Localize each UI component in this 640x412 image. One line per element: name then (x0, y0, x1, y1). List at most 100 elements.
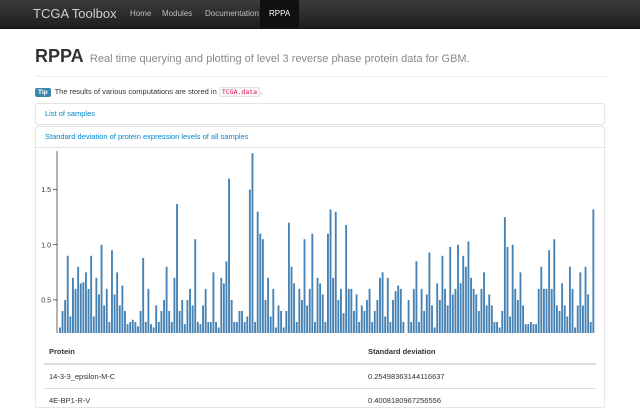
bar (220, 277, 223, 333)
nav-item-home[interactable]: Home (130, 0, 151, 28)
bar (280, 310, 283, 333)
bar (425, 294, 428, 333)
bar (160, 310, 163, 333)
bar (189, 288, 191, 333)
bar (581, 305, 584, 333)
bar (503, 217, 506, 333)
tip-badge: Tip (35, 88, 51, 97)
bar (165, 266, 168, 333)
bar (254, 321, 257, 333)
bar (290, 266, 293, 333)
tip-text: The results of various computations are … (54, 87, 217, 96)
bar (139, 310, 142, 333)
stddev-table: Protein Standard deviation 14-3-3_epsilo… (44, 340, 596, 412)
bar (519, 272, 522, 333)
bar (392, 299, 394, 333)
bar (522, 305, 525, 333)
bar (95, 277, 98, 333)
bar (173, 277, 176, 333)
bar (194, 239, 197, 333)
bar (199, 324, 202, 333)
bar (121, 285, 124, 333)
bar (321, 294, 324, 333)
bar (418, 321, 420, 333)
table-header-row: Protein Standard deviation (44, 340, 596, 363)
bar (163, 299, 165, 333)
bar (384, 316, 387, 333)
bar (516, 299, 519, 333)
bar (373, 310, 376, 333)
stddev-link[interactable]: Standard deviation of protein expression… (36, 127, 604, 147)
accordion-samples: List of samples (35, 103, 605, 125)
bar (407, 299, 410, 333)
bar (457, 244, 459, 333)
bar (170, 321, 173, 333)
bar (394, 291, 397, 333)
bar (566, 316, 569, 333)
bar (251, 153, 254, 333)
header-stddev: Standard deviation (368, 347, 436, 356)
bar (277, 305, 280, 333)
samples-link[interactable]: List of samples (36, 104, 604, 124)
bar (222, 283, 225, 333)
bar (74, 288, 77, 333)
bar (337, 299, 340, 333)
bar (124, 310, 126, 333)
bar (568, 266, 571, 333)
bar (207, 321, 210, 333)
bar (480, 288, 483, 333)
bar (298, 288, 301, 333)
bar (358, 321, 361, 333)
cell-stddev: 0.25498363144116637 (368, 372, 445, 381)
bar (436, 283, 439, 333)
bar (477, 310, 480, 333)
bar (462, 255, 465, 333)
bar (183, 324, 186, 333)
bar (225, 261, 228, 333)
cell-protein: 14-3-3_epsilon-M-C (49, 372, 116, 381)
bar (488, 294, 491, 333)
bar (475, 294, 478, 333)
bar (103, 305, 106, 333)
bar (399, 288, 402, 333)
bar (496, 321, 498, 333)
bar (381, 272, 384, 333)
bar (147, 288, 150, 333)
bar (308, 288, 311, 333)
bar (589, 321, 592, 333)
bar (532, 324, 535, 333)
nav-item-documentation[interactable]: Documentation (205, 0, 259, 28)
bar (490, 305, 493, 333)
bar (446, 305, 449, 333)
bar (108, 321, 111, 333)
brand-title[interactable]: TCGA Toolbox (33, 6, 117, 21)
bar (238, 310, 241, 333)
bar (269, 316, 272, 333)
table-row: 14-3-3_epsilon-M-C 0.25498363144116637 (44, 363, 596, 388)
bar (542, 288, 545, 333)
bar (181, 299, 184, 333)
bar (410, 321, 413, 333)
bar (376, 299, 379, 333)
bar (66, 255, 69, 333)
bar (259, 233, 262, 333)
bar (540, 266, 543, 333)
bar (287, 222, 290, 333)
cell-protein: 4E-BP1-R-V (49, 396, 91, 405)
bar (493, 321, 496, 333)
bar (186, 299, 189, 333)
bar (579, 272, 582, 333)
bar (386, 277, 389, 333)
bar (116, 272, 119, 333)
bar (150, 324, 152, 333)
bar (126, 324, 129, 333)
bar (72, 277, 74, 333)
bar (454, 288, 457, 333)
y-tick-label: 0.5 (41, 297, 51, 304)
bar (303, 239, 306, 333)
bar (233, 321, 236, 333)
nav-item-modules[interactable]: Modules (162, 0, 192, 28)
bar (545, 288, 548, 333)
bar (571, 288, 574, 333)
nav-item-rppa[interactable]: RPPA (260, 0, 300, 28)
